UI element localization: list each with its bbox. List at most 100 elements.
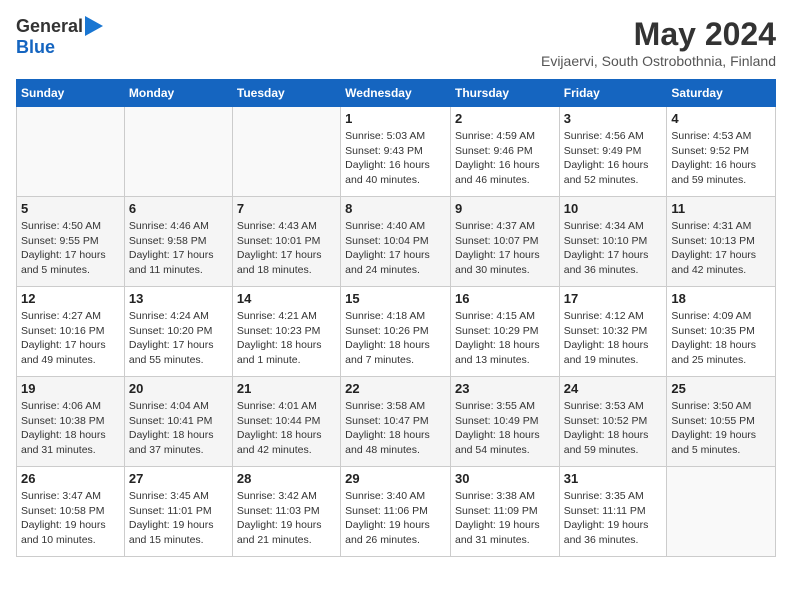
day-info: Sunrise: 3:45 AM Sunset: 11:01 PM Daylig… bbox=[129, 489, 228, 548]
day-info: Sunrise: 4:34 AM Sunset: 10:10 PM Daylig… bbox=[564, 219, 663, 278]
day-cell: 11 Sunrise: 4:31 AM Sunset: 10:13 PM Dayl… bbox=[667, 197, 776, 287]
day-cell: 22Sunrise: 3:58 AM Sunset: 10:47 PM Dayl… bbox=[341, 377, 451, 467]
day-number: 13 bbox=[129, 291, 228, 306]
day-info: Sunrise: 3:40 AM Sunset: 11:06 PM Daylig… bbox=[345, 489, 446, 548]
day-number: 8 bbox=[345, 201, 446, 216]
day-info: Sunrise: 3:35 AM Sunset: 11:11 PM Daylig… bbox=[564, 489, 663, 548]
day-info: Sunrise: 5:03 AM Sunset: 9:43 PM Dayligh… bbox=[345, 129, 446, 188]
day-cell: 30 Sunrise: 3:38 AM Sunset: 11:09 PM Dayl… bbox=[450, 467, 559, 557]
day-info: Sunrise: 4:40 AM Sunset: 10:04 PM Daylig… bbox=[345, 219, 446, 278]
day-info: Sunrise: 4:21 AM Sunset: 10:23 PM Daylig… bbox=[237, 309, 336, 368]
header-wednesday: Wednesday bbox=[341, 80, 451, 107]
calendar-header: Sunday Monday Tuesday Wednesday Thursday… bbox=[17, 80, 776, 107]
day-cell bbox=[232, 107, 340, 197]
day-cell: 4 Sunrise: 4:53 AM Sunset: 9:52 PM Daylig… bbox=[667, 107, 776, 197]
header-saturday: Saturday bbox=[667, 80, 776, 107]
day-info: Sunrise: 4:01 AM Sunset: 10:44 PM Daylig… bbox=[237, 399, 336, 458]
day-cell: 14Sunrise: 4:21 AM Sunset: 10:23 PM Dayl… bbox=[232, 287, 340, 377]
day-cell bbox=[667, 467, 776, 557]
page-header: General Blue May 2024 Evijaervi, South O… bbox=[16, 16, 776, 69]
day-info: Sunrise: 4:04 AM Sunset: 10:41 PM Daylig… bbox=[129, 399, 228, 458]
week-row-1: 1 Sunrise: 5:03 AM Sunset: 9:43 PM Daylig… bbox=[17, 107, 776, 197]
day-info: Sunrise: 3:42 AM Sunset: 11:03 PM Daylig… bbox=[237, 489, 336, 548]
day-cell: 13 Sunrise: 4:24 AM Sunset: 10:20 PM Dayl… bbox=[124, 287, 232, 377]
day-info: Sunrise: 4:43 AM Sunset: 10:01 PM Daylig… bbox=[237, 219, 336, 278]
calendar-body: 1 Sunrise: 5:03 AM Sunset: 9:43 PM Daylig… bbox=[17, 107, 776, 557]
day-number: 23 bbox=[455, 381, 555, 396]
day-info: Sunrise: 4:12 AM Sunset: 10:32 PM Daylig… bbox=[564, 309, 663, 368]
header-tuesday: Tuesday bbox=[232, 80, 340, 107]
day-info: Sunrise: 4:37 AM Sunset: 10:07 PM Daylig… bbox=[455, 219, 555, 278]
title-section: May 2024 Evijaervi, South Ostrobothnia, … bbox=[541, 16, 776, 69]
week-row-2: 5Sunrise: 4:50 AM Sunset: 9:55 PM Daylig… bbox=[17, 197, 776, 287]
day-number: 6 bbox=[129, 201, 228, 216]
day-cell: 19 Sunrise: 4:06 AM Sunset: 10:38 PM Dayl… bbox=[17, 377, 125, 467]
day-number: 29 bbox=[345, 471, 446, 486]
day-info: Sunrise: 4:06 AM Sunset: 10:38 PM Daylig… bbox=[21, 399, 120, 458]
day-number: 24 bbox=[564, 381, 663, 396]
day-cell: 29 Sunrise: 3:40 AM Sunset: 11:06 PM Dayl… bbox=[341, 467, 451, 557]
day-cell: 26Sunrise: 3:47 AM Sunset: 10:58 PM Dayl… bbox=[17, 467, 125, 557]
day-number: 9 bbox=[455, 201, 555, 216]
day-cell: 8 Sunrise: 4:40 AM Sunset: 10:04 PM Dayli… bbox=[341, 197, 451, 287]
day-cell: 12 Sunrise: 4:27 AM Sunset: 10:16 PM Dayl… bbox=[17, 287, 125, 377]
day-number: 30 bbox=[455, 471, 555, 486]
day-info: Sunrise: 3:50 AM Sunset: 10:55 PM Daylig… bbox=[671, 399, 771, 458]
day-number: 25 bbox=[671, 381, 771, 396]
day-number: 27 bbox=[129, 471, 228, 486]
logo-blue-text: Blue bbox=[16, 37, 55, 58]
day-cell: 5Sunrise: 4:50 AM Sunset: 9:55 PM Daylig… bbox=[17, 197, 125, 287]
day-cell: 25 Sunrise: 3:50 AM Sunset: 10:55 PM Dayl… bbox=[667, 377, 776, 467]
day-info: Sunrise: 4:53 AM Sunset: 9:52 PM Dayligh… bbox=[671, 129, 771, 188]
day-info: Sunrise: 3:38 AM Sunset: 11:09 PM Daylig… bbox=[455, 489, 555, 548]
day-cell: 31Sunrise: 3:35 AM Sunset: 11:11 PM Dayl… bbox=[559, 467, 667, 557]
day-info: Sunrise: 3:53 AM Sunset: 10:52 PM Daylig… bbox=[564, 399, 663, 458]
day-cell bbox=[124, 107, 232, 197]
logo-general-text: General bbox=[16, 16, 83, 37]
day-cell bbox=[17, 107, 125, 197]
day-number: 17 bbox=[564, 291, 663, 306]
day-number: 11 bbox=[671, 201, 771, 216]
day-cell: 1 Sunrise: 5:03 AM Sunset: 9:43 PM Daylig… bbox=[341, 107, 451, 197]
day-cell: 27 Sunrise: 3:45 AM Sunset: 11:01 PM Dayl… bbox=[124, 467, 232, 557]
logo-arrow-icon bbox=[85, 16, 103, 36]
day-number: 19 bbox=[21, 381, 120, 396]
day-cell: 2Sunrise: 4:59 AM Sunset: 9:46 PM Daylig… bbox=[450, 107, 559, 197]
day-cell: 15 Sunrise: 4:18 AM Sunset: 10:26 PM Dayl… bbox=[341, 287, 451, 377]
day-cell: 28 Sunrise: 3:42 AM Sunset: 11:03 PM Dayl… bbox=[232, 467, 340, 557]
day-cell: 18Sunrise: 4:09 AM Sunset: 10:35 PM Dayl… bbox=[667, 287, 776, 377]
day-number: 2 bbox=[455, 111, 555, 126]
day-cell: 6Sunrise: 4:46 AM Sunset: 9:58 PM Daylig… bbox=[124, 197, 232, 287]
day-cell: 3 Sunrise: 4:56 AM Sunset: 9:49 PM Daylig… bbox=[559, 107, 667, 197]
day-number: 20 bbox=[129, 381, 228, 396]
day-info: Sunrise: 4:24 AM Sunset: 10:20 PM Daylig… bbox=[129, 309, 228, 368]
day-info: Sunrise: 4:50 AM Sunset: 9:55 PM Dayligh… bbox=[21, 219, 120, 278]
header-friday: Friday bbox=[559, 80, 667, 107]
day-number: 28 bbox=[237, 471, 336, 486]
day-info: Sunrise: 4:56 AM Sunset: 9:49 PM Dayligh… bbox=[564, 129, 663, 188]
day-number: 4 bbox=[671, 111, 771, 126]
day-number: 1 bbox=[345, 111, 446, 126]
day-cell: 21Sunrise: 4:01 AM Sunset: 10:44 PM Dayl… bbox=[232, 377, 340, 467]
day-info: Sunrise: 3:47 AM Sunset: 10:58 PM Daylig… bbox=[21, 489, 120, 548]
week-row-5: 26Sunrise: 3:47 AM Sunset: 10:58 PM Dayl… bbox=[17, 467, 776, 557]
day-cell: 10Sunrise: 4:34 AM Sunset: 10:10 PM Dayl… bbox=[559, 197, 667, 287]
day-number: 16 bbox=[455, 291, 555, 306]
day-info: Sunrise: 4:31 AM Sunset: 10:13 PM Daylig… bbox=[671, 219, 771, 278]
day-info: Sunrise: 4:27 AM Sunset: 10:16 PM Daylig… bbox=[21, 309, 120, 368]
day-cell: 16 Sunrise: 4:15 AM Sunset: 10:29 PM Dayl… bbox=[450, 287, 559, 377]
day-number: 3 bbox=[564, 111, 663, 126]
day-info: Sunrise: 4:18 AM Sunset: 10:26 PM Daylig… bbox=[345, 309, 446, 368]
header-thursday: Thursday bbox=[450, 80, 559, 107]
day-info: Sunrise: 4:15 AM Sunset: 10:29 PM Daylig… bbox=[455, 309, 555, 368]
day-info: Sunrise: 3:55 AM Sunset: 10:49 PM Daylig… bbox=[455, 399, 555, 458]
day-cell: 20 Sunrise: 4:04 AM Sunset: 10:41 PM Dayl… bbox=[124, 377, 232, 467]
day-cell: 7 Sunrise: 4:43 AM Sunset: 10:01 PM Dayli… bbox=[232, 197, 340, 287]
day-cell: 9 Sunrise: 4:37 AM Sunset: 10:07 PM Dayli… bbox=[450, 197, 559, 287]
week-row-4: 19 Sunrise: 4:06 AM Sunset: 10:38 PM Dayl… bbox=[17, 377, 776, 467]
day-number: 15 bbox=[345, 291, 446, 306]
day-info: Sunrise: 3:58 AM Sunset: 10:47 PM Daylig… bbox=[345, 399, 446, 458]
header-sunday: Sunday bbox=[17, 80, 125, 107]
day-number: 7 bbox=[237, 201, 336, 216]
day-number: 12 bbox=[21, 291, 120, 306]
